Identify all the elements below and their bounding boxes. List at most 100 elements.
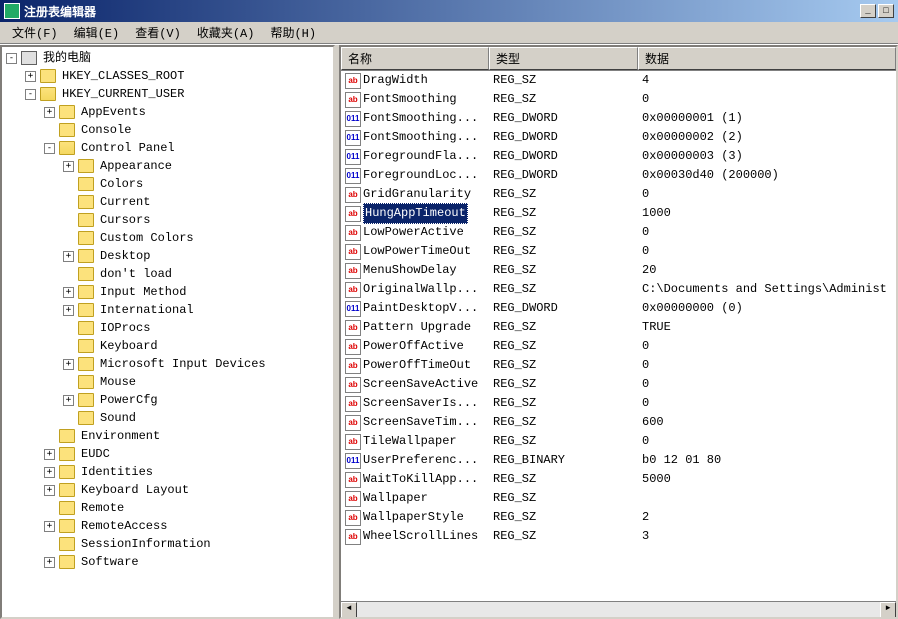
tree-node[interactable]: Colors bbox=[4, 175, 331, 193]
tree-node[interactable]: + Keyboard Layout bbox=[4, 481, 331, 499]
value-name[interactable]: PowerOffTimeOut bbox=[363, 356, 471, 375]
tree-node[interactable]: Cursors bbox=[4, 211, 331, 229]
value-name[interactable]: ScreenSaverIs... bbox=[363, 394, 478, 413]
tree-node-label[interactable]: Remote bbox=[79, 499, 126, 517]
tree-node-label[interactable]: PowerCfg bbox=[98, 391, 160, 409]
tree-node[interactable]: -Control Panel bbox=[4, 139, 331, 157]
tree-node[interactable]: +Appearance bbox=[4, 157, 331, 175]
menu-help[interactable]: 帮助(H) bbox=[262, 22, 324, 43]
value-row[interactable]: abHungAppTimeoutREG_SZ1000 bbox=[341, 204, 896, 223]
tree-node-label[interactable]: Colors bbox=[98, 175, 145, 193]
tree-node-label[interactable]: AppEvents bbox=[79, 103, 148, 121]
value-row[interactable]: abWaitToKillApp...REG_SZ5000 bbox=[341, 470, 896, 489]
tree-node[interactable]: SessionInformation bbox=[4, 535, 331, 553]
tree-node[interactable]: Custom Colors bbox=[4, 229, 331, 247]
value-name[interactable]: HungAppTimeout bbox=[363, 203, 468, 224]
value-name[interactable]: FontSmoothing... bbox=[363, 109, 478, 128]
tree-node[interactable]: + Software bbox=[4, 553, 331, 571]
value-row[interactable]: abScreenSaveTim...REG_SZ600 bbox=[341, 413, 896, 432]
tree-node[interactable]: Sound bbox=[4, 409, 331, 427]
expand-icon[interactable]: + bbox=[44, 449, 55, 460]
value-name[interactable]: LowPowerActive bbox=[363, 223, 464, 242]
value-row[interactable]: abGridGranularityREG_SZ0 bbox=[341, 185, 896, 204]
tree-node-label[interactable]: Sound bbox=[98, 409, 138, 427]
tree-node[interactable]: +Input Method bbox=[4, 283, 331, 301]
value-row[interactable]: abTileWallpaperREG_SZ0 bbox=[341, 432, 896, 451]
value-row[interactable]: abOriginalWallp...REG_SZC:\Documents and… bbox=[341, 280, 896, 299]
value-row[interactable]: 011FontSmoothing...REG_DWORD0x00000002 (… bbox=[341, 128, 896, 147]
expand-icon[interactable]: + bbox=[63, 359, 74, 370]
value-name[interactable]: UserPreferenc... bbox=[363, 451, 478, 470]
tree-node-label[interactable]: SessionInformation bbox=[79, 535, 213, 553]
expand-icon[interactable]: + bbox=[63, 287, 74, 298]
minimize-button[interactable]: _ bbox=[860, 4, 876, 18]
column-header-data[interactable]: 数据 bbox=[638, 47, 896, 70]
value-row[interactable]: abPattern UpgradeREG_SZTRUE bbox=[341, 318, 896, 337]
tree-node[interactable]: Environment bbox=[4, 427, 331, 445]
value-name[interactable]: ScreenSaveActive bbox=[363, 375, 478, 394]
tree-node[interactable]: - HKEY_CURRENT_USER bbox=[4, 85, 331, 103]
tree-node[interactable]: +Identities bbox=[4, 463, 331, 481]
column-header-name[interactable]: 名称 bbox=[341, 47, 489, 70]
value-name[interactable]: FontSmoothing... bbox=[363, 128, 478, 147]
expand-icon[interactable]: + bbox=[44, 467, 55, 478]
tree-node-label[interactable]: Keyboard Layout bbox=[79, 481, 191, 499]
tree-node-label[interactable]: Custom Colors bbox=[98, 229, 196, 247]
value-row[interactable]: 011ForegroundLoc...REG_DWORD0x00030d40 (… bbox=[341, 166, 896, 185]
tree-node[interactable]: +AppEvents bbox=[4, 103, 331, 121]
tree-node[interactable]: + Microsoft Input Devices bbox=[4, 355, 331, 373]
value-row[interactable]: abPowerOffActiveREG_SZ0 bbox=[341, 337, 896, 356]
value-name[interactable]: PaintDesktopV... bbox=[363, 299, 478, 318]
tree-node[interactable]: Current bbox=[4, 193, 331, 211]
value-name[interactable]: ScreenSaveTim... bbox=[363, 413, 478, 432]
value-name[interactable]: MenuShowDelay bbox=[363, 261, 457, 280]
tree-node-label[interactable]: Microsoft Input Devices bbox=[98, 355, 268, 373]
tree-node-label[interactable]: Software bbox=[79, 553, 141, 571]
expand-icon[interactable]: + bbox=[63, 395, 74, 406]
tree-node-label[interactable]: International bbox=[98, 301, 196, 319]
value-row[interactable]: abDragWidthREG_SZ4 bbox=[341, 71, 896, 90]
tree-node-label[interactable]: Mouse bbox=[98, 373, 138, 391]
tree-node[interactable]: IOProcs bbox=[4, 319, 331, 337]
tree-node-label[interactable]: RemoteAccess bbox=[79, 517, 169, 535]
value-name[interactable]: OriginalWallp... bbox=[363, 280, 478, 299]
tree-node-label[interactable]: IOProcs bbox=[98, 319, 152, 337]
value-row[interactable]: 011PaintDesktopV...REG_DWORD0x00000000 (… bbox=[341, 299, 896, 318]
value-row[interactable]: 011ForegroundFla...REG_DWORD0x00000003 (… bbox=[341, 147, 896, 166]
scroll-right-button[interactable]: ► bbox=[880, 602, 896, 618]
scroll-left-button[interactable]: ◄ bbox=[341, 602, 357, 618]
tree-node[interactable]: +HKEY_CLASSES_ROOT bbox=[4, 67, 331, 85]
tree-node-label[interactable]: Control Panel bbox=[79, 139, 177, 157]
tree-node[interactable]: Mouse bbox=[4, 373, 331, 391]
value-row[interactable]: abWheelScrollLinesREG_SZ3 bbox=[341, 527, 896, 546]
tree-node[interactable]: +EUDC bbox=[4, 445, 331, 463]
menu-edit[interactable]: 编辑(E) bbox=[66, 22, 128, 43]
value-name[interactable]: LowPowerTimeOut bbox=[363, 242, 471, 261]
value-row[interactable]: abPowerOffTimeOutREG_SZ0 bbox=[341, 356, 896, 375]
tree-node[interactable]: Keyboard bbox=[4, 337, 331, 355]
value-name[interactable]: WheelScrollLines bbox=[363, 527, 478, 546]
tree-node-label[interactable]: don't load bbox=[98, 265, 174, 283]
tree-node-label[interactable]: 我的电脑 bbox=[41, 49, 93, 67]
value-row[interactable]: abWallpaperREG_SZ bbox=[341, 489, 896, 508]
value-row[interactable]: abMenuShowDelayREG_SZ20 bbox=[341, 261, 896, 280]
value-name[interactable]: ForegroundFla... bbox=[363, 147, 478, 166]
tree-node[interactable]: Console bbox=[4, 121, 331, 139]
value-name[interactable]: TileWallpaper bbox=[363, 432, 457, 451]
maximize-button[interactable]: □ bbox=[878, 4, 894, 18]
value-name[interactable]: GridGranularity bbox=[363, 185, 471, 204]
tree-node-label[interactable]: HKEY_CURRENT_USER bbox=[60, 85, 186, 103]
expand-icon[interactable]: + bbox=[63, 305, 74, 316]
tree-node-label[interactable]: Desktop bbox=[98, 247, 152, 265]
tree-node[interactable]: + International bbox=[4, 301, 331, 319]
value-name[interactable]: ForegroundLoc... bbox=[363, 166, 478, 185]
scroll-track[interactable] bbox=[357, 602, 880, 617]
expand-icon[interactable]: + bbox=[44, 557, 55, 568]
tree-node[interactable]: Remote bbox=[4, 499, 331, 517]
expand-icon[interactable]: + bbox=[44, 485, 55, 496]
value-row[interactable]: 011UserPreferenc...REG_BINARYb0 12 01 80 bbox=[341, 451, 896, 470]
tree-node[interactable]: +RemoteAccess bbox=[4, 517, 331, 535]
collapse-icon[interactable]: - bbox=[25, 89, 36, 100]
column-header-type[interactable]: 类型 bbox=[489, 47, 638, 70]
value-row[interactable]: abFontSmoothingREG_SZ0 bbox=[341, 90, 896, 109]
